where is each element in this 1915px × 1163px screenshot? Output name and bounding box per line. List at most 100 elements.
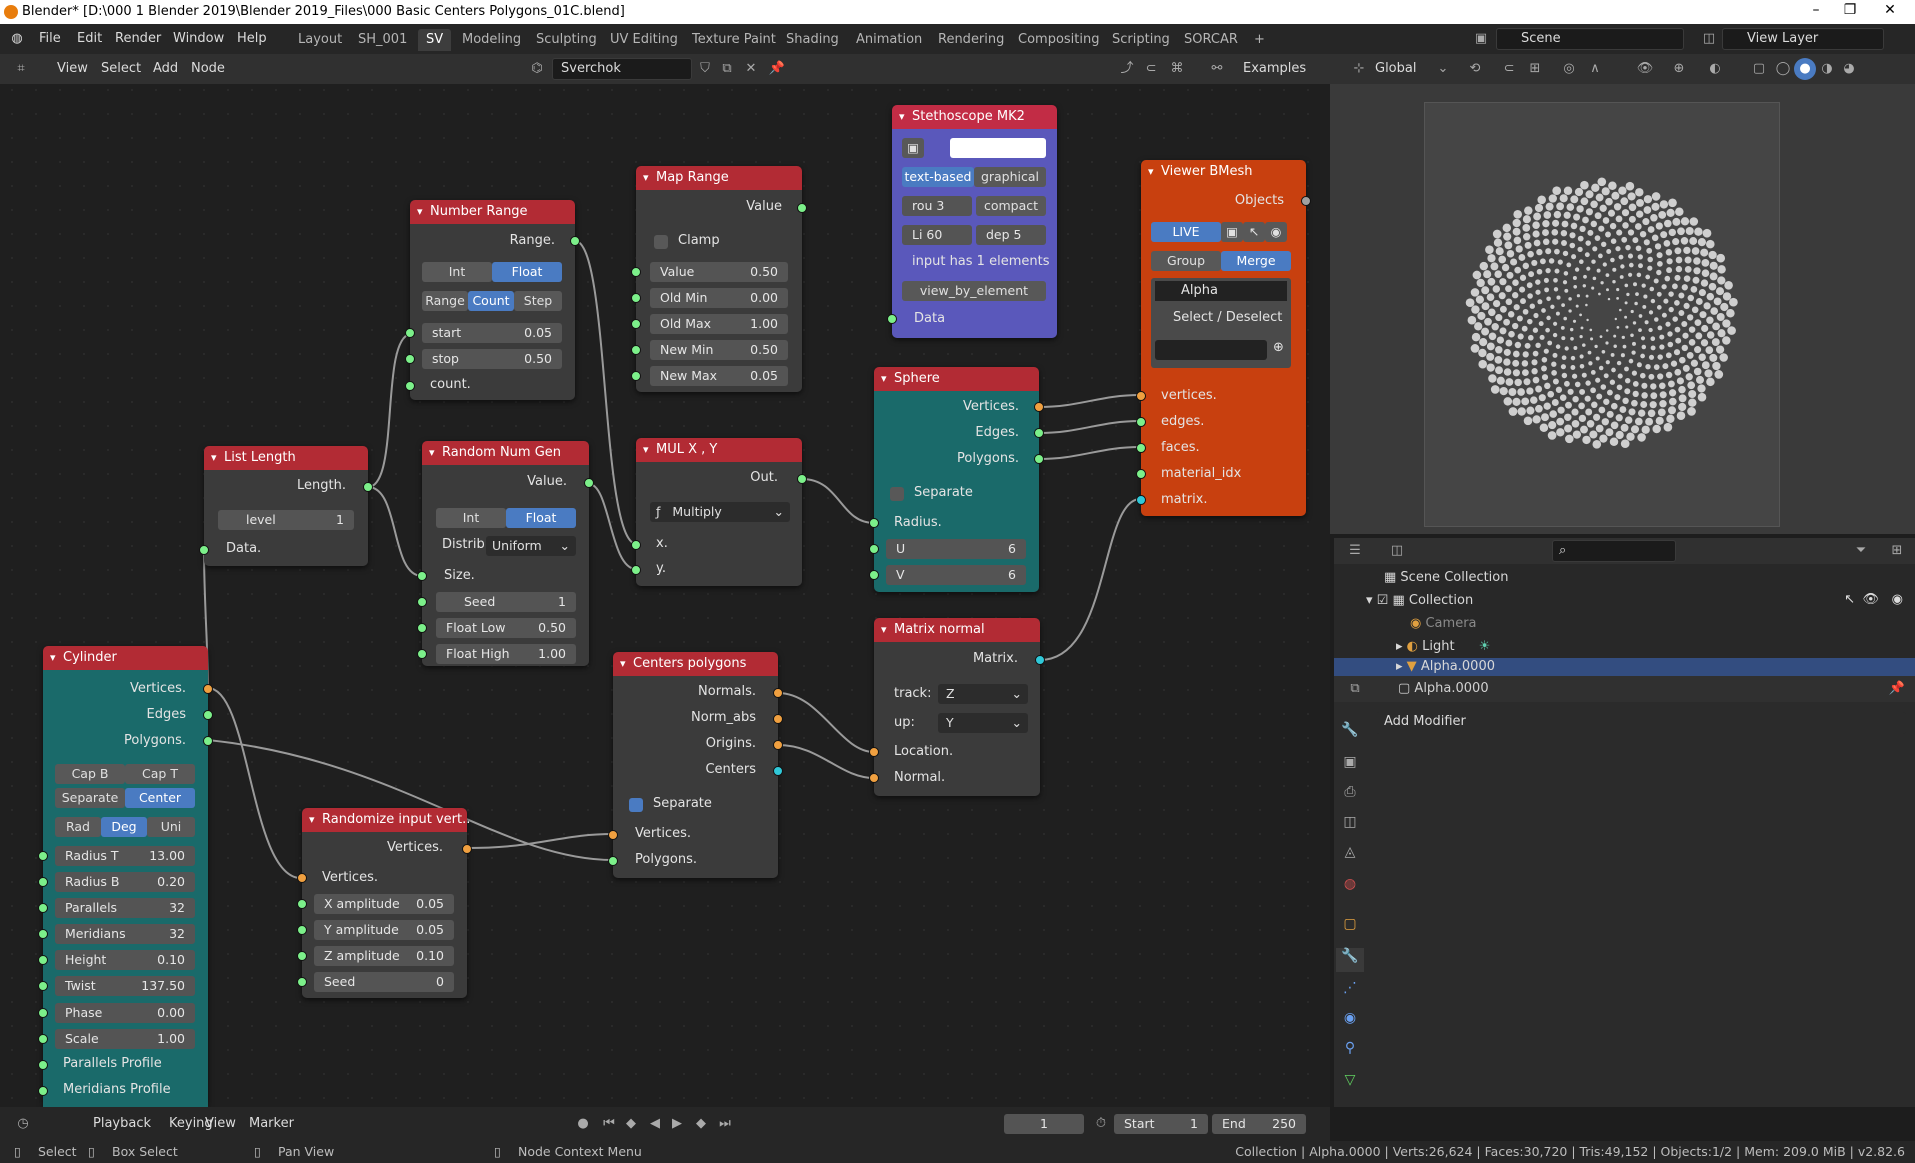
add-modifier-dropdown[interactable]: Add Modifier — [1376, 712, 1906, 734]
data-tab-icon[interactable]: ▽ — [1336, 1072, 1364, 1096]
world-tab-icon[interactable]: ◍ — [1336, 876, 1364, 900]
socket[interactable] — [417, 571, 427, 581]
socket[interactable] — [1034, 428, 1044, 438]
socket[interactable] — [417, 623, 427, 633]
playback-menu[interactable]: Playback — [88, 1114, 156, 1134]
socket[interactable] — [38, 1086, 48, 1096]
rendered-shading-icon[interactable]: ◕ — [1838, 58, 1860, 80]
stethoscope-color-swatch[interactable] — [950, 138, 1046, 158]
radius-t-field[interactable]: Radius T 13.00 — [55, 846, 195, 866]
new-collection-icon[interactable]: ⊞ — [1886, 540, 1908, 562]
u-field[interactable]: U6 — [886, 539, 1026, 559]
socket[interactable] — [38, 851, 48, 861]
tool-tab-icon[interactable]: 🔧 — [1336, 722, 1364, 746]
start-field[interactable]: start 0.05 — [422, 323, 562, 343]
end-frame-field[interactable]: End 250 — [1212, 1114, 1306, 1134]
filter-icon[interactable]: ⏷ — [1850, 540, 1872, 562]
socket[interactable] — [773, 766, 783, 776]
node-viewer-bmesh[interactable]: Viewer BMesh Objects LIVE ▣ ↖ ◉ Group Me… — [1136, 160, 1311, 516]
centers-separate-checkbox[interactable] — [629, 798, 643, 812]
graphical-toggle[interactable]: graphical — [974, 167, 1046, 187]
object-tab-icon[interactable]: ▢ — [1336, 916, 1364, 940]
step-mode-toggle[interactable]: Step — [514, 291, 562, 311]
socket[interactable] — [462, 844, 472, 854]
socket[interactable] — [405, 381, 415, 391]
properties-editor-type-icon[interactable]: ⧉ — [1344, 678, 1366, 700]
socket[interactable] — [38, 903, 48, 913]
socket[interactable] — [363, 482, 373, 492]
compact-toggle[interactable]: compact — [976, 196, 1046, 216]
node-stethoscope[interactable]: Stethoscope MK2 ▣ text-based graphical r… — [887, 105, 1057, 338]
gizmo-icon[interactable]: ⊕ — [1668, 58, 1690, 80]
clamp-checkbox[interactable] — [654, 235, 668, 249]
socket[interactable] — [405, 328, 415, 338]
play-reverse-icon[interactable]: ◀ — [644, 1113, 666, 1135]
view-by-element-button[interactable]: view_by_element — [902, 281, 1046, 301]
stethoscope-data-socket[interactable] — [887, 314, 897, 324]
socket[interactable] — [297, 899, 307, 909]
socket[interactable] — [1034, 402, 1044, 412]
rou-field[interactable]: rou 3 — [902, 196, 972, 216]
node-map-range-title[interactable]: Map Range — [636, 166, 802, 190]
snap-target-icon[interactable]: ⊞ — [1524, 58, 1546, 80]
phase-field[interactable]: Phase 0.00 — [55, 1003, 195, 1023]
node-cylinder[interactable]: Cylinder Vertices. Edges Polygons. Cap B… — [38, 646, 213, 1107]
socket[interactable] — [203, 710, 213, 720]
socket[interactable] — [631, 565, 641, 575]
outliner-camera[interactable]: ◉ Camera — [1334, 612, 1915, 635]
cap-b-toggle[interactable]: Cap B — [55, 764, 125, 784]
node-sphere[interactable]: Sphere Vertices. Edges. Polygons. Separa… — [869, 367, 1044, 592]
new-min-field[interactable]: New Min 0.50 — [650, 340, 788, 360]
randomize-seed-field[interactable]: Seed 0 — [314, 972, 454, 992]
twist-field[interactable]: Twist 137.50 — [55, 976, 195, 996]
socket[interactable] — [297, 873, 307, 883]
stop-field[interactable]: stop 0.50 — [422, 349, 562, 369]
cap-t-toggle[interactable]: Cap T — [125, 764, 195, 784]
node-mul[interactable]: MUL X , Y Out. ƒ Multiply⌄ x. y. — [631, 438, 807, 586]
li-field[interactable]: Li 60 — [902, 225, 972, 245]
dropdown-chevron-icon[interactable]: ⌄ — [1432, 58, 1454, 80]
y-amplitude-field[interactable]: Y amplitude 0.05 — [314, 920, 454, 940]
socket[interactable] — [631, 345, 641, 355]
merge-toggle[interactable]: Merge — [1221, 251, 1291, 271]
node-stethoscope-title[interactable]: Stethoscope MK2 — [892, 105, 1057, 129]
node-map-range[interactable]: Map Range Value Clamp Value0.50 Old Min0… — [631, 166, 807, 392]
node-number-range-title[interactable]: Number Range — [410, 200, 575, 224]
socket[interactable] — [1136, 469, 1146, 479]
start-frame-field[interactable]: Start 1 — [1114, 1114, 1208, 1134]
maximize-button[interactable]: ❐ — [1830, 2, 1870, 18]
render-camera-icon[interactable]: ◉ — [1892, 592, 1903, 607]
socket[interactable] — [203, 684, 213, 694]
socket[interactable] — [417, 649, 427, 659]
wireframe-shading-icon[interactable]: ◯ — [1772, 58, 1794, 80]
node-mul-title[interactable]: MUL X , Y — [636, 438, 802, 462]
objects-out-socket[interactable] — [1301, 196, 1311, 206]
xray-icon[interactable]: ▢ — [1748, 58, 1770, 80]
outliner-filter-mode-icon[interactable]: ◫ — [1386, 540, 1408, 562]
outliner[interactable]: ☰ ◫ ⌕ ⏷ ⊞ ▦ Scene Collection ▾ ☑ ▦ Colle… — [1334, 538, 1915, 676]
node-randomize-title[interactable]: Randomize input vert.. — [302, 808, 470, 832]
prev-keyframe-icon[interactable]: ◆ — [620, 1113, 642, 1135]
map-range-value-field[interactable]: Value 0.50 — [650, 262, 788, 282]
visibility-icon[interactable]: 👁 — [1634, 58, 1656, 80]
dep-field[interactable]: dep 5 — [976, 225, 1046, 245]
3d-viewport[interactable] — [1330, 54, 1915, 534]
socket[interactable] — [1136, 391, 1146, 401]
node-viewer-title[interactable]: Viewer BMesh — [1141, 160, 1306, 184]
socket[interactable] — [38, 929, 48, 939]
jump-end-icon[interactable]: ⏭ — [714, 1113, 736, 1135]
random-float-toggle[interactable]: Float — [506, 508, 576, 528]
proportional-edit-icon[interactable]: ◎ — [1558, 58, 1580, 80]
socket[interactable] — [1136, 417, 1146, 427]
outliner-collection[interactable]: ▾ ☑ ▦ Collection — [1334, 589, 1915, 612]
socket[interactable] — [1136, 495, 1146, 505]
outliner-search-input[interactable]: ⌕ — [1552, 540, 1676, 562]
text-based-toggle[interactable]: text-based — [902, 167, 974, 187]
next-keyframe-icon[interactable]: ◆ — [690, 1113, 712, 1135]
pin-icon[interactable]: 📌 — [1886, 678, 1908, 700]
material-field[interactable] — [1155, 340, 1267, 360]
object-name-field[interactable]: Alpha — [1155, 281, 1287, 301]
socket[interactable] — [417, 597, 427, 607]
current-frame-field[interactable]: 1 — [1004, 1114, 1084, 1134]
orientation-icon[interactable]: ⊹ — [1348, 58, 1370, 80]
